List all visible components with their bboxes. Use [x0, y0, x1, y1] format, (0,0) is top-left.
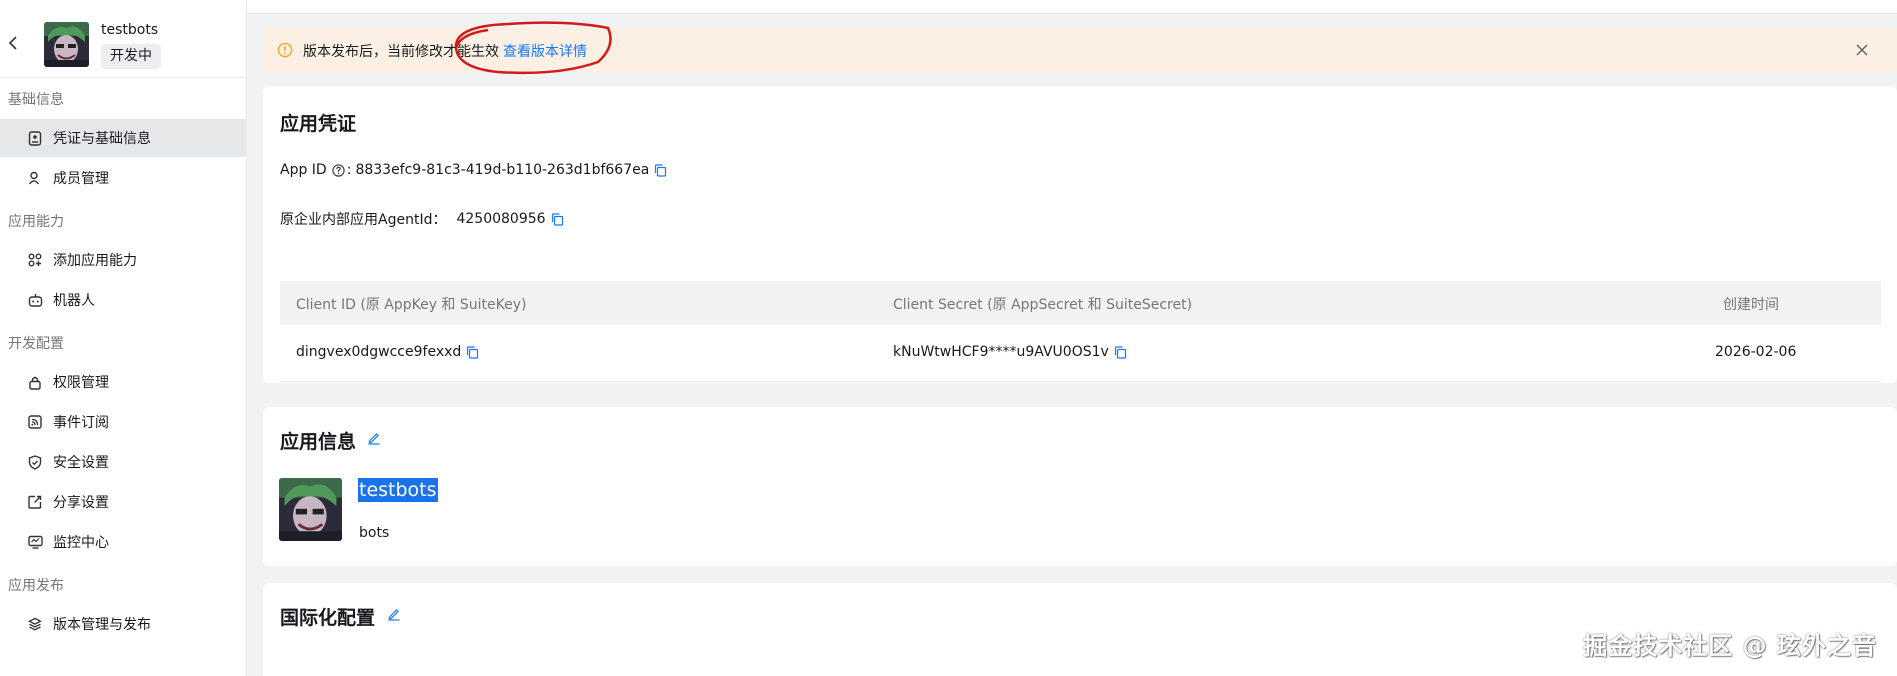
agent-id-field: 原企业内部应用AgentId： 4250080956 [280, 209, 564, 229]
credentials-table: Client ID (原 AppKey 和 SuiteKey) Client S… [280, 281, 1881, 382]
credential-icon [27, 130, 43, 146]
rss-icon [27, 414, 43, 430]
client-secret-value: kNuWtwHCF9****u9AVU0OS1v [893, 344, 1109, 360]
sidebar-item-label: 事件订阅 [53, 415, 109, 431]
sidebar-item-robot[interactable]: 机器人 [0, 281, 246, 319]
sidebar-item-monitor[interactable]: 监控中心 [0, 523, 246, 561]
lock-icon [27, 374, 43, 390]
card-title: 应用信息 [280, 431, 357, 453]
client-secret-cell: kNuWtwHCF9****u9AVU0OS1v [893, 344, 1127, 360]
shield-icon [27, 454, 43, 470]
help-icon[interactable] [332, 163, 345, 177]
section-title-basic: 基础信息 [8, 92, 64, 108]
client-id-cell: dingvex0dgwcce9fexxd [296, 344, 479, 360]
back-arrow-icon[interactable] [8, 36, 20, 50]
app-info-card: 应用信息 testbots bots [263, 407, 1897, 566]
app-id-label: App ID [280, 162, 327, 178]
section-title-dev: 开发配置 [8, 336, 64, 352]
credentials-card: 应用凭证 App ID : 8833efc9-81c3-419d-b110-26… [263, 86, 1897, 383]
column-header: Client ID (原 AppKey 和 SuiteKey) [296, 297, 527, 313]
table-row: dingvex0dgwcce9fexxd kNuWtwHCF9****u9AVU… [280, 325, 1881, 382]
agent-id-value: 4250080956 [456, 211, 546, 227]
sidebar-item-security[interactable]: 安全设置 [0, 443, 246, 481]
robot-icon [27, 292, 43, 308]
copy-icon[interactable] [1114, 345, 1127, 359]
status-badge: 开发中 [101, 44, 161, 69]
app-id-value: 8833efc9-81c3-419d-b110-263d1bf667ea [355, 162, 650, 178]
sidebar-item-label: 监控中心 [53, 535, 109, 551]
close-icon[interactable] [1853, 41, 1871, 59]
created-date-cell: 2026-02-06 [1715, 344, 1797, 360]
column-header: Client Secret (原 AppSecret 和 SuiteSecret… [893, 297, 1193, 313]
sidebar-item-label: 权限管理 [53, 375, 109, 391]
watermark: 掘金技术社区 @ 玹外之音 [1583, 632, 1877, 660]
card-title: 国际化配置 [280, 607, 376, 629]
copy-icon[interactable] [551, 212, 564, 226]
edit-icon[interactable] [367, 431, 381, 445]
layers-icon [27, 616, 43, 632]
sidebar-item-label: 安全设置 [53, 455, 109, 471]
warning-icon [277, 42, 293, 58]
app-header: testbots 开发中 [0, 0, 246, 78]
agent-id-label: 原企业内部应用AgentId： [280, 212, 447, 228]
table-header: Client ID (原 AppKey 和 SuiteKey) Client S… [280, 281, 1881, 325]
copy-icon[interactable] [466, 345, 479, 359]
sidebar-item-permissions[interactable]: 权限管理 [0, 363, 246, 401]
card-title: 应用凭证 [280, 113, 357, 135]
sidebar-item-label: 成员管理 [53, 171, 109, 187]
apps-icon [27, 252, 43, 268]
sidebar-item-label: 添加应用能力 [53, 253, 137, 269]
edit-icon[interactable] [387, 607, 401, 621]
sidebar-item-members[interactable]: 成员管理 [0, 159, 246, 197]
app-info-description: bots [359, 525, 390, 541]
column-header: 创建时间 [1723, 297, 1779, 313]
client-id-value: dingvex0dgwcce9fexxd [296, 344, 462, 360]
sidebar-item-label: 分享设置 [53, 495, 109, 511]
sidebar-item-versions[interactable]: 版本管理与发布 [0, 605, 246, 643]
app-avatar [279, 478, 342, 541]
user-icon [27, 170, 43, 186]
copy-icon[interactable] [654, 163, 667, 177]
sidebar: testbots 开发中 基础信息 凭证与基础信息 成员管理 应用能力 添加应用… [0, 0, 247, 676]
annotation-circle [454, 21, 612, 75]
sidebar-item-events[interactable]: 事件订阅 [0, 403, 246, 441]
sidebar-item-credentials[interactable]: 凭证与基础信息 [0, 119, 246, 157]
top-bar [247, 0, 1897, 14]
app-info-name: testbots [358, 478, 438, 502]
sidebar-item-label: 版本管理与发布 [53, 617, 151, 633]
sidebar-item-label: 机器人 [53, 293, 95, 309]
sidebar-item-share[interactable]: 分享设置 [0, 483, 246, 521]
monitor-icon [27, 534, 43, 550]
share-icon [27, 494, 43, 510]
section-title-release: 应用发布 [8, 578, 64, 594]
sidebar-item-label: 凭证与基础信息 [53, 131, 151, 147]
app-name: testbots [101, 22, 159, 38]
sidebar-item-add-capability[interactable]: 添加应用能力 [0, 241, 246, 279]
app-avatar [44, 22, 89, 67]
app-id-field: App ID : 8833efc9-81c3-419d-b110-263d1bf… [280, 162, 667, 178]
section-title-capability: 应用能力 [8, 214, 64, 230]
